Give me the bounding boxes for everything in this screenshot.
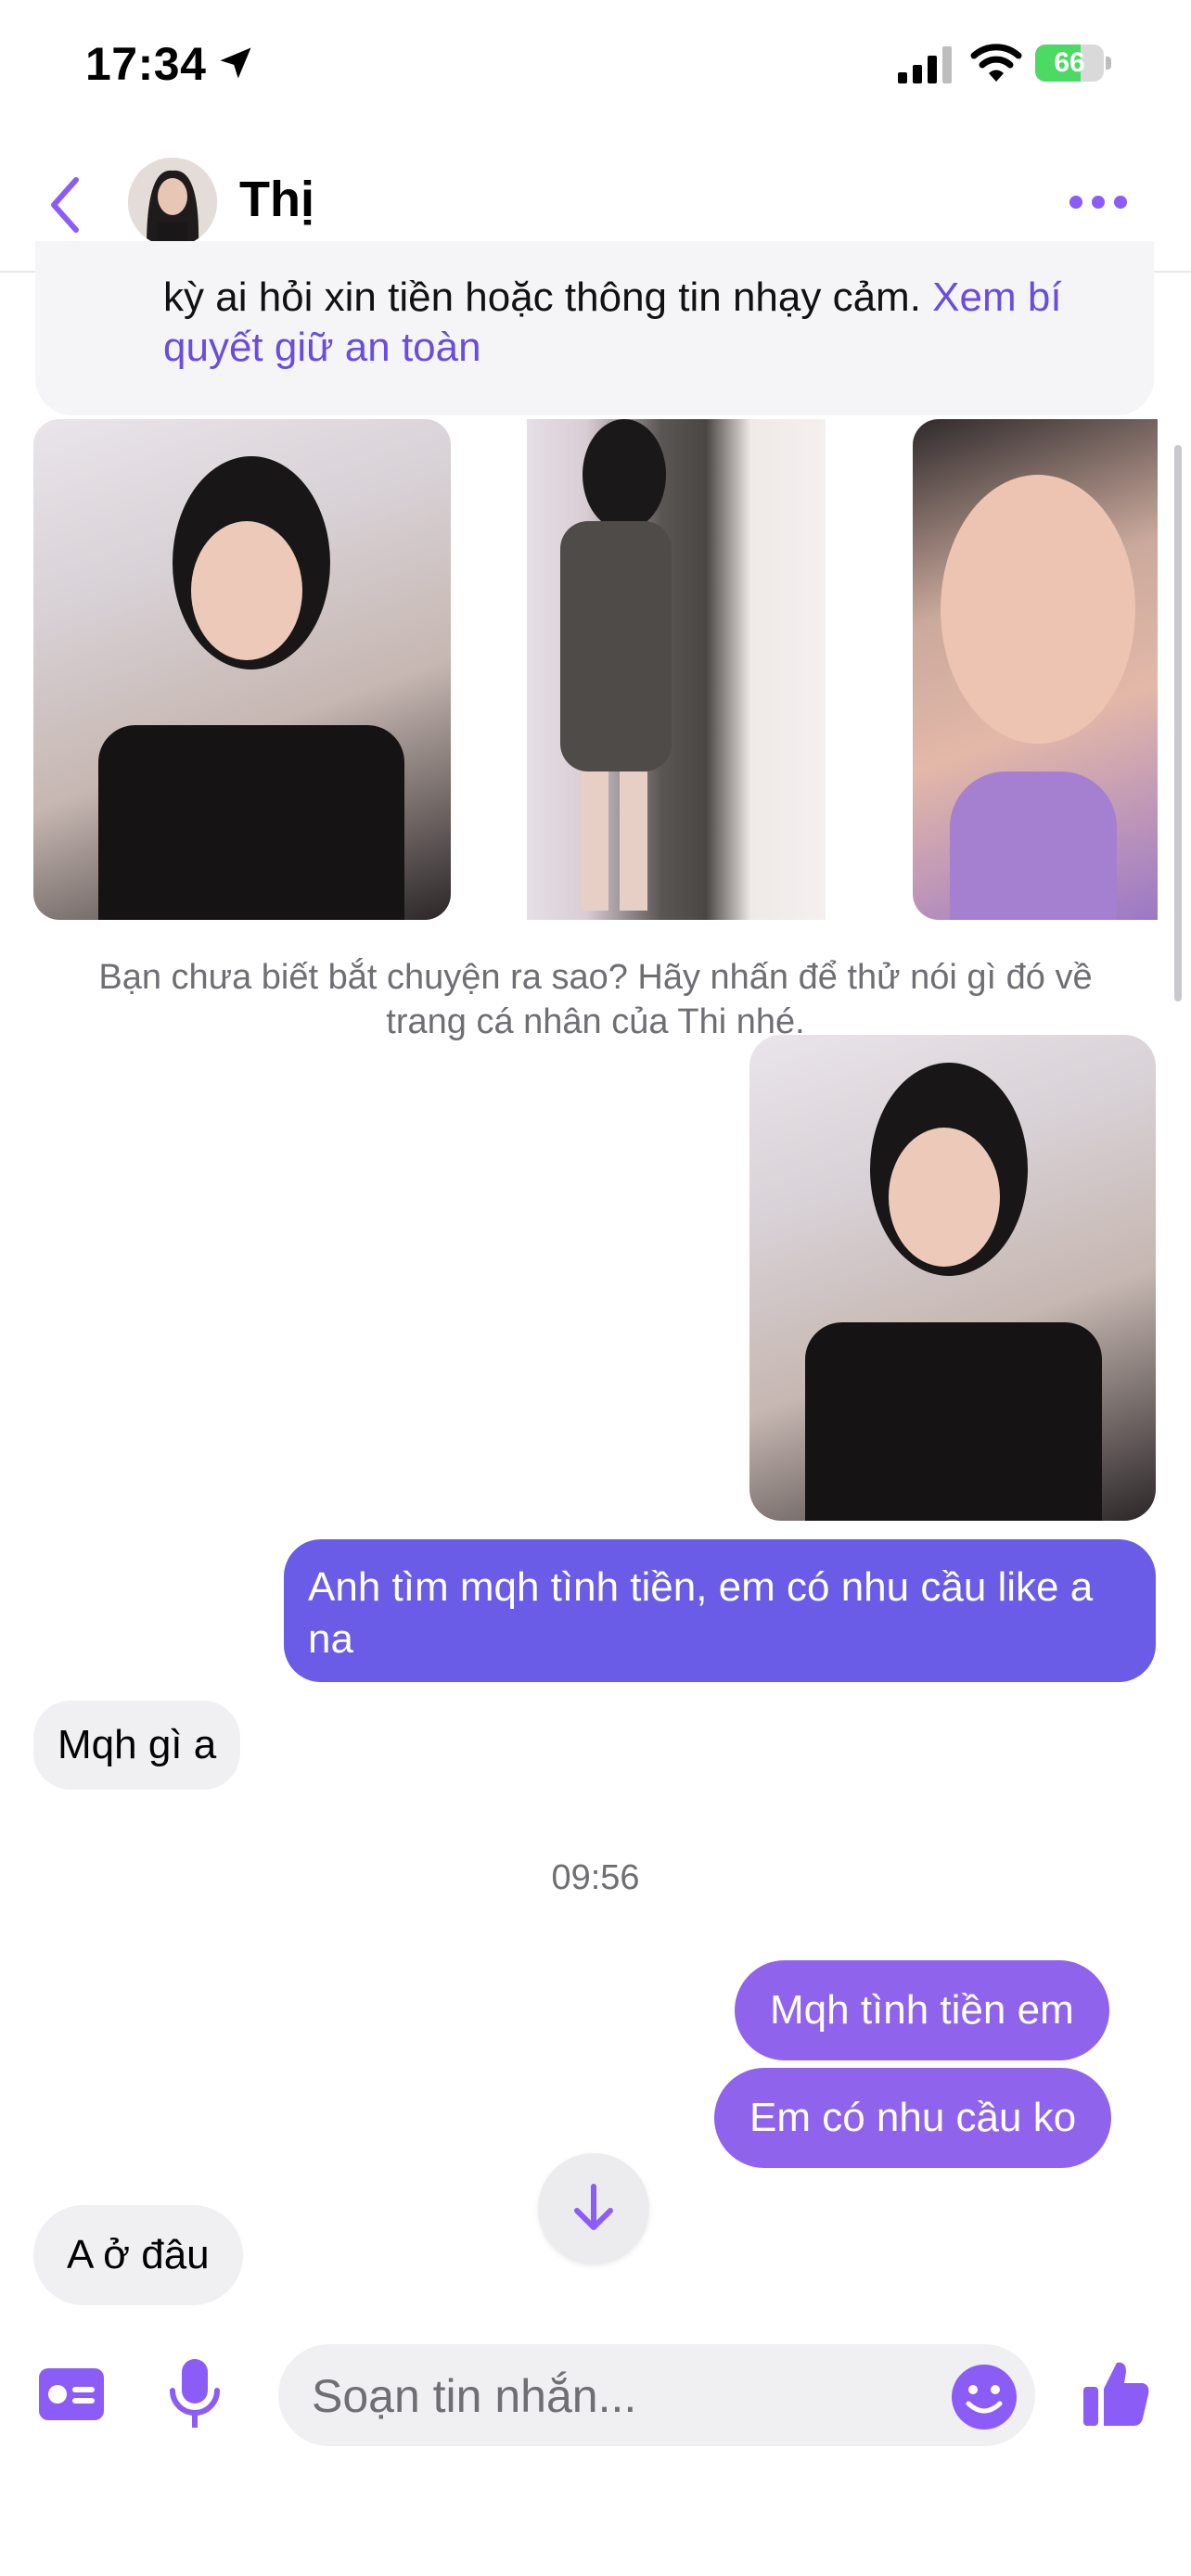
- arrow-down-icon: [574, 2184, 613, 2230]
- message-bubble-incoming[interactable]: A ở đâu: [33, 2205, 243, 2305]
- thumbs-up-icon[interactable]: [1082, 2357, 1150, 2428]
- contact-card-icon[interactable]: [39, 2368, 104, 2420]
- more-icon[interactable]: [1069, 191, 1128, 213]
- battery-percent: 66: [1054, 47, 1085, 78]
- microphone-icon[interactable]: [167, 2357, 223, 2431]
- message-bubble-outgoing[interactable]: Em có nhu cầu ko: [714, 2068, 1112, 2168]
- battery-icon: 66: [1035, 45, 1113, 83]
- message-timestamp: 09:56: [551, 1858, 640, 1897]
- contact-name[interactable]: Thị: [239, 171, 314, 228]
- profile-photo[interactable]: [33, 419, 451, 920]
- profile-photo[interactable]: [913, 419, 1158, 920]
- message-input-container[interactable]: [278, 2344, 1035, 2448]
- emoji-icon[interactable]: [950, 2363, 1018, 2431]
- location-arrow-icon: [220, 47, 251, 79]
- message-bubble-incoming[interactable]: Mqh gì a: [33, 1701, 241, 1790]
- safety-notice-text: kỳ ai hỏi xin tiền hoặc thông tin nhạy c…: [163, 273, 1119, 373]
- profile-photo[interactable]: [527, 419, 826, 920]
- back-icon[interactable]: [46, 174, 83, 236]
- safety-notice-message: kỳ ai hỏi xin tiền hoặc thông tin nhạy c…: [163, 274, 921, 320]
- signal-icon: [898, 46, 952, 83]
- profile-hint[interactable]: Bạn chưa biết bắt chuyện ra sao? Hãy nhấ…: [56, 955, 1135, 1044]
- avatar[interactable]: [128, 158, 217, 247]
- message-input[interactable]: [310, 2344, 926, 2448]
- scrollbar[interactable]: [1174, 445, 1182, 1001]
- wifi-icon: [970, 44, 1022, 82]
- scroll-to-bottom-button[interactable]: [538, 2153, 649, 2264]
- message-bubble-outgoing[interactable]: Mqh tình tiền em: [735, 1960, 1109, 2060]
- message-bubble-outgoing[interactable]: Anh tìm mqh tình tiền, em có nhu cầu lik…: [284, 1539, 1156, 1682]
- sent-photo[interactable]: [749, 1035, 1156, 1521]
- status-time: 17:34: [85, 38, 207, 90]
